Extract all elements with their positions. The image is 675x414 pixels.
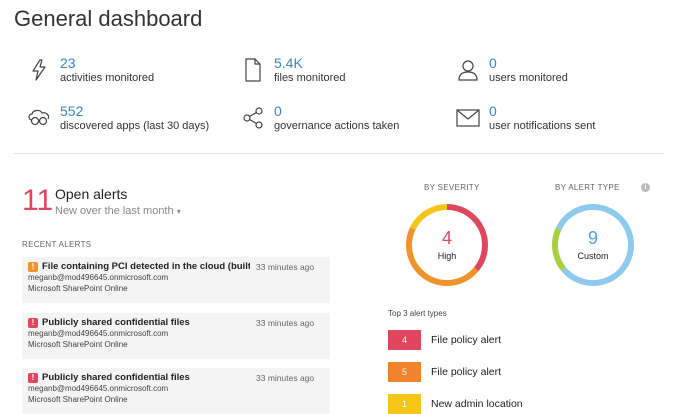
stat-label: discovered apps (last 30 days) — [60, 120, 210, 132]
period-dropdown[interactable]: New over the last month ▾ — [55, 205, 181, 217]
severity-donut-label: High — [437, 251, 457, 261]
chevron-down-icon: ▾ — [176, 207, 181, 216]
user-icon — [455, 57, 481, 83]
alert-time: 33 minutes ago — [256, 317, 315, 328]
alert-type-row[interactable]: 1 New admin location — [388, 394, 523, 414]
alert-title[interactable]: Publicly shared confidential files — [42, 317, 250, 328]
type-donut-label: Custom — [577, 251, 609, 261]
share-icon — [240, 105, 266, 131]
page-title: General dashboard — [14, 6, 203, 31]
warning-icon: ! — [28, 372, 38, 383]
alert-item[interactable]: ! File containing PCI detected in the cl… — [22, 257, 330, 303]
alert-user: meganb@mod496645.onmicrosoft.com — [28, 329, 169, 338]
warning-icon: ! — [28, 317, 38, 328]
stat-files[interactable]: 5.4K files monitored — [240, 55, 346, 85]
by-severity-header: BY SEVERITY — [424, 183, 480, 192]
alert-time: 33 minutes ago — [256, 372, 315, 383]
open-alerts-count[interactable]: 11 — [22, 186, 53, 216]
alert-title[interactable]: File containing PCI detected in the clou… — [42, 261, 250, 272]
alert-time: 33 minutes ago — [256, 261, 315, 272]
stat-value[interactable]: 5.4K — [274, 55, 346, 71]
cloud-glasses-icon — [26, 105, 52, 131]
by-alert-type-header: BY ALERT TYPE — [555, 183, 620, 192]
alert-item[interactable]: ! Publicly shared confidential files 33 … — [22, 368, 330, 414]
info-icon[interactable]: i — [641, 183, 650, 192]
alert-user: meganb@mod496645.onmicrosoft.com — [28, 384, 169, 393]
period-dropdown-label: New over the last month — [55, 205, 174, 217]
alert-user: meganb@mod496645.onmicrosoft.com — [28, 273, 169, 282]
recent-alerts-header: RECENT ALERTS — [22, 240, 92, 249]
type-donut-value: 9 — [587, 228, 598, 248]
alert-type-row[interactable]: 4 File policy alert — [388, 330, 501, 350]
stat-label: files monitored — [274, 72, 346, 84]
alert-app: Microsoft SharePoint Online — [28, 284, 128, 293]
severity-donut-value: 4 — [441, 228, 452, 248]
alert-item[interactable]: ! Publicly shared confidential files 33 … — [22, 313, 330, 359]
warning-icon: ! — [28, 261, 38, 272]
alert-app: Microsoft SharePoint Online — [28, 395, 128, 404]
stat-label: users monitored — [489, 72, 568, 84]
stat-value[interactable]: 552 — [60, 103, 209, 119]
open-alerts-title: Open alerts — [55, 186, 128, 202]
stat-users[interactable]: 0 users monitored — [455, 55, 568, 85]
section-divider — [14, 153, 664, 154]
stat-label: user notifications sent — [489, 120, 596, 132]
alert-type-count: 4 — [388, 330, 421, 350]
stat-activities[interactable]: 23 activities monitored — [26, 55, 154, 85]
alert-title[interactable]: Publicly shared confidential files — [42, 372, 250, 383]
stat-value[interactable]: 0 — [489, 55, 568, 71]
top-alert-types-header: Top 3 alert types — [388, 309, 447, 318]
stat-value[interactable]: 0 — [274, 103, 399, 119]
stat-value[interactable]: 0 — [489, 103, 595, 119]
lightning-icon — [26, 57, 52, 83]
alert-app: Microsoft SharePoint Online — [28, 340, 128, 349]
stat-notifications[interactable]: 0 user notifications sent — [455, 103, 595, 133]
stat-governance[interactable]: 0 governance actions taken — [240, 103, 399, 133]
alert-type-count: 1 — [388, 394, 421, 414]
stat-discovered-apps[interactable]: 552 discovered apps (last 30 days) — [26, 103, 209, 133]
file-icon — [240, 57, 266, 83]
alert-type-count: 5 — [388, 362, 421, 382]
envelope-icon — [455, 105, 481, 131]
alert-type-name[interactable]: File policy alert — [431, 366, 501, 378]
alert-type-name[interactable]: New admin location — [431, 398, 523, 410]
stat-label: activities monitored — [60, 72, 155, 84]
stat-label: governance actions taken — [274, 120, 400, 132]
alert-type-name[interactable]: File policy alert — [431, 334, 501, 346]
alert-type-row[interactable]: 5 File policy alert — [388, 362, 501, 382]
stat-value[interactable]: 23 — [60, 55, 154, 71]
